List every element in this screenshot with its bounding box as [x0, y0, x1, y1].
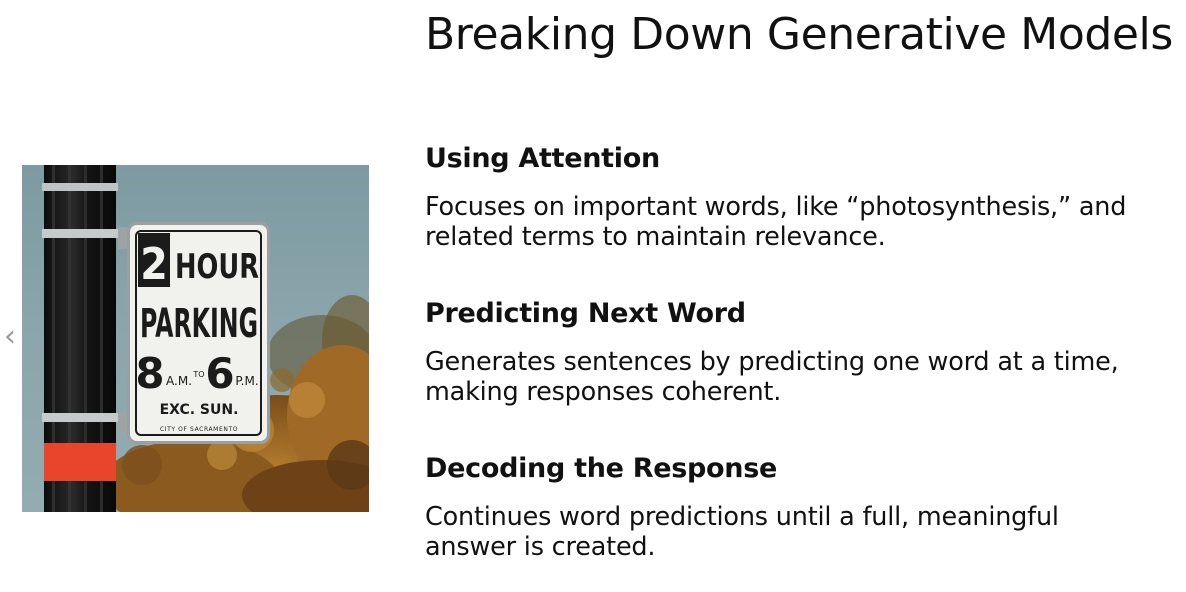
section-heading: Using Attention [425, 143, 660, 174]
sign-from-ampm: A.M. [166, 374, 192, 388]
slide-title: Breaking Down Generative Models [425, 9, 1173, 60]
section-decoding-the-response: Decoding the Response Continues word pre… [425, 452, 1155, 562]
section-body: Generates sentences by predicting one wo… [425, 347, 1119, 407]
slide: ‹ 2 HOUR PARKING 8 A.M. TO 6 P.M. EXC. S… [0, 0, 1186, 592]
sign-number: 2 [140, 239, 168, 290]
parking-sign-photo: 2 HOUR PARKING 8 A.M. TO 6 P.M. EXC. SUN… [22, 165, 369, 512]
sign-city: CITY OF SACRAMENTO [160, 426, 238, 433]
section-heading: Predicting Next Word [425, 298, 746, 329]
sign-to-hour: 6 [205, 349, 234, 398]
sign-parking: PARKING [140, 301, 258, 347]
section-using-attention: Using Attention Focuses on important wor… [425, 142, 1155, 252]
sign-exception: EXC. SUN. [160, 402, 239, 418]
reflector-tape [44, 443, 116, 481]
section-heading: Decoding the Response [425, 453, 778, 484]
sign-from-hour: 8 [135, 349, 164, 398]
prev-arrow-glyph: ‹ [4, 319, 16, 354]
section-body: Continues word predictions until a full,… [425, 502, 1059, 562]
section-body: Focuses on important words, like “photos… [425, 192, 1127, 252]
parking-sign-illustration: 2 HOUR PARKING 8 A.M. TO 6 P.M. EXC. SUN… [42, 165, 369, 512]
chevron-left-icon[interactable]: ‹ [1, 322, 19, 352]
sign-to-ampm: P.M. [235, 374, 258, 388]
parking-sign: 2 HOUR PARKING 8 A.M. TO 6 P.M. EXC. SUN… [127, 222, 270, 444]
sign-to-word: TO [192, 370, 204, 379]
section-predicting-next-word: Predicting Next Word Generates sentences… [425, 297, 1155, 407]
sign-unit: HOUR [175, 247, 259, 287]
